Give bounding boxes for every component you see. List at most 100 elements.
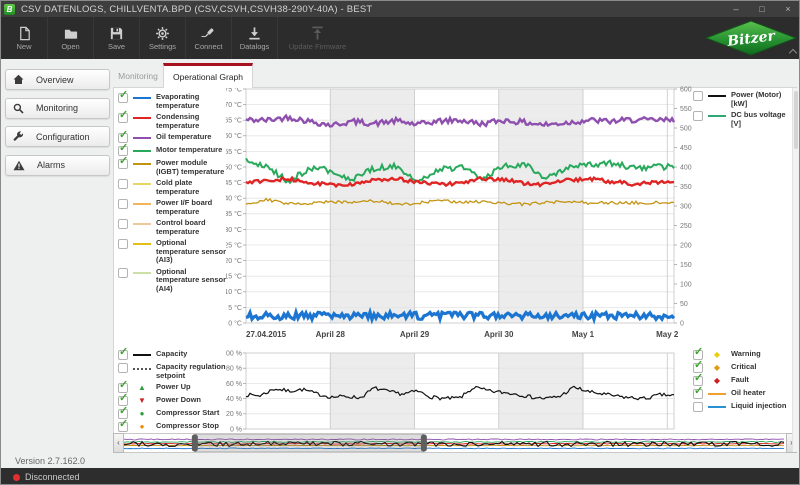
window-title: CSV DATENLOGS, CHILLVENTA.BPD (CSV,CSVH,… bbox=[21, 4, 372, 15]
legend-swatch-diamond: ◆ bbox=[708, 363, 726, 373]
connect-button[interactable]: Connect bbox=[185, 17, 231, 59]
legend-item: ✓●Compressor Start bbox=[118, 409, 230, 419]
selection-handle-right[interactable] bbox=[421, 435, 427, 452]
svg-text:5 °C: 5 °C bbox=[228, 304, 242, 312]
checkmark-icon: ✓ bbox=[694, 347, 703, 358]
toolbar-button-label: Datalogs bbox=[240, 42, 270, 51]
svg-text:50: 50 bbox=[680, 301, 688, 308]
legend-label: Condensing temperature bbox=[156, 113, 230, 130]
scroll-left-button[interactable]: ‹ bbox=[113, 433, 124, 453]
legend-checkbox[interactable]: ✓ bbox=[118, 93, 128, 103]
save-button[interactable]: Save bbox=[93, 17, 139, 59]
open-button[interactable]: Open bbox=[47, 17, 93, 59]
selection-handle-left[interactable] bbox=[192, 435, 198, 452]
legend-item: DC bus voltage [V] bbox=[693, 111, 797, 128]
legend-label: Critical bbox=[731, 363, 797, 373]
legend-swatch-line bbox=[708, 393, 726, 395]
legend-label: Power Down bbox=[156, 396, 230, 406]
legend-label: Control board temperature bbox=[156, 219, 230, 236]
svg-text:200: 200 bbox=[680, 242, 692, 249]
legend-item: ✓●Compressor Stop bbox=[118, 422, 230, 432]
power-legend: Power (Motor) [kW]DC bus voltage [V] bbox=[693, 91, 797, 131]
legend-label: Power module (IGBT) temperature bbox=[156, 159, 230, 176]
legend-checkbox[interactable] bbox=[118, 268, 128, 278]
legend-checkbox[interactable]: ✓ bbox=[118, 350, 128, 360]
search-icon bbox=[13, 103, 30, 114]
legend-item: Capacity regulation setpoint bbox=[118, 363, 230, 380]
checkmark-icon: ✓ bbox=[119, 110, 128, 121]
status-legend: ✓◆Warning✓◆Critical✓◆Fault✓Oil heaterLiq… bbox=[693, 350, 797, 415]
sidebar-item-monitoring[interactable]: Monitoring bbox=[5, 98, 110, 119]
legend-label: DC bus voltage [V] bbox=[731, 111, 797, 128]
sidebar-item-overview[interactable]: Overview bbox=[5, 69, 110, 90]
svg-text:May 1: May 1 bbox=[572, 330, 595, 339]
wrench-icon bbox=[13, 131, 30, 142]
new-button[interactable]: New bbox=[1, 17, 47, 59]
legend-label: Evaporating temperature bbox=[156, 93, 230, 110]
svg-text:600: 600 bbox=[680, 86, 692, 93]
settings-button[interactable]: Settings bbox=[139, 17, 185, 59]
legend-checkbox[interactable]: ✓ bbox=[118, 159, 128, 169]
legend-checkbox[interactable] bbox=[693, 111, 703, 121]
svg-text:May 2: May 2 bbox=[656, 330, 679, 339]
toolbar-button-label: Update Firmware bbox=[289, 42, 347, 51]
legend-checkbox[interactable]: ✓ bbox=[118, 422, 128, 432]
temperature-chart[interactable]: 0 °C5 °C10 °C15 °C20 °C25 °C30 °C35 °C40… bbox=[226, 85, 706, 349]
legend-checkbox[interactable] bbox=[118, 363, 128, 373]
capacity-legend: ✓CapacityCapacity regulation setpoint✓▲P… bbox=[118, 350, 230, 435]
tab-monitoring[interactable]: Monitoring bbox=[115, 64, 161, 87]
scrollbar-thumb[interactable] bbox=[794, 91, 798, 149]
legend-checkbox[interactable] bbox=[118, 199, 128, 209]
legend-checkbox[interactable]: ✓ bbox=[118, 113, 128, 123]
overview-range-selector: ‹ › bbox=[113, 433, 797, 453]
legend-swatch-line bbox=[133, 183, 151, 185]
datalogs-button[interactable]: Datalogs bbox=[231, 17, 277, 59]
legend-item: Control board temperature bbox=[118, 219, 230, 236]
legend-swatch-triangle-down: ▼ bbox=[133, 396, 151, 406]
maximize-button[interactable]: □ bbox=[749, 1, 775, 17]
settings-gear-icon bbox=[155, 26, 170, 42]
legend-swatch-circle: ● bbox=[133, 422, 151, 432]
minimize-button[interactable]: – bbox=[723, 1, 749, 17]
sidebar-item-configuration[interactable]: Configuration bbox=[5, 126, 110, 147]
legend-checkbox[interactable]: ✓ bbox=[693, 389, 703, 399]
best-app-icon: B bbox=[4, 4, 15, 15]
legend-item: Cold plate temperature bbox=[118, 179, 230, 196]
legend-swatch-diamond: ◆ bbox=[708, 376, 726, 386]
checkmark-icon: ✓ bbox=[694, 386, 703, 397]
legend-label: Cold plate temperature bbox=[156, 179, 230, 196]
legend-swatch-line bbox=[133, 163, 151, 165]
legend-checkbox[interactable] bbox=[693, 91, 703, 101]
toolbar-button-label: New bbox=[16, 42, 31, 51]
legend-checkbox[interactable] bbox=[118, 239, 128, 249]
tab-operational-graph[interactable]: Operational Graph bbox=[163, 63, 253, 88]
legend-swatch-line bbox=[708, 406, 726, 408]
window-controls: –□× bbox=[723, 1, 800, 17]
sidebar-item-alarms[interactable]: Alarms bbox=[5, 155, 110, 176]
legend-label: Compressor Start bbox=[156, 409, 230, 419]
svg-text:350: 350 bbox=[680, 184, 692, 191]
legend-swatch-triangle-up: ▲ bbox=[133, 383, 151, 393]
capacity-chart[interactable]: 0 %20 %40 %60 %80 %100 % bbox=[226, 347, 706, 435]
open-folder-icon bbox=[63, 26, 79, 42]
new-document-icon bbox=[17, 26, 32, 42]
legend-item: ✓▲Power Up bbox=[118, 383, 230, 393]
legend-item: ✓ Power module (IGBT) temperature bbox=[118, 159, 230, 176]
checkmark-icon: ✓ bbox=[119, 380, 128, 391]
legend-swatch-line bbox=[133, 243, 151, 245]
vertical-scrollbar[interactable] bbox=[792, 88, 798, 452]
legend-swatch-line bbox=[133, 137, 151, 139]
toolbar-button-label: Save bbox=[108, 42, 125, 51]
title-bar: B CSV DATENLOGS, CHILLVENTA.BPD (CSV,CSV… bbox=[1, 1, 800, 17]
connect-icon bbox=[201, 26, 216, 42]
svg-text:0 °C: 0 °C bbox=[228, 319, 242, 327]
checkmark-icon: ✓ bbox=[119, 143, 128, 154]
legend-label: Motor temperature bbox=[156, 146, 230, 156]
overview-strip-canvas[interactable] bbox=[124, 433, 786, 453]
close-button[interactable]: × bbox=[775, 1, 800, 17]
legend-checkbox[interactable] bbox=[693, 402, 703, 412]
sidebar-item-label: Monitoring bbox=[36, 103, 78, 113]
legend-checkbox[interactable] bbox=[118, 179, 128, 189]
legend-swatch-line bbox=[133, 117, 151, 119]
legend-checkbox[interactable] bbox=[118, 219, 128, 229]
